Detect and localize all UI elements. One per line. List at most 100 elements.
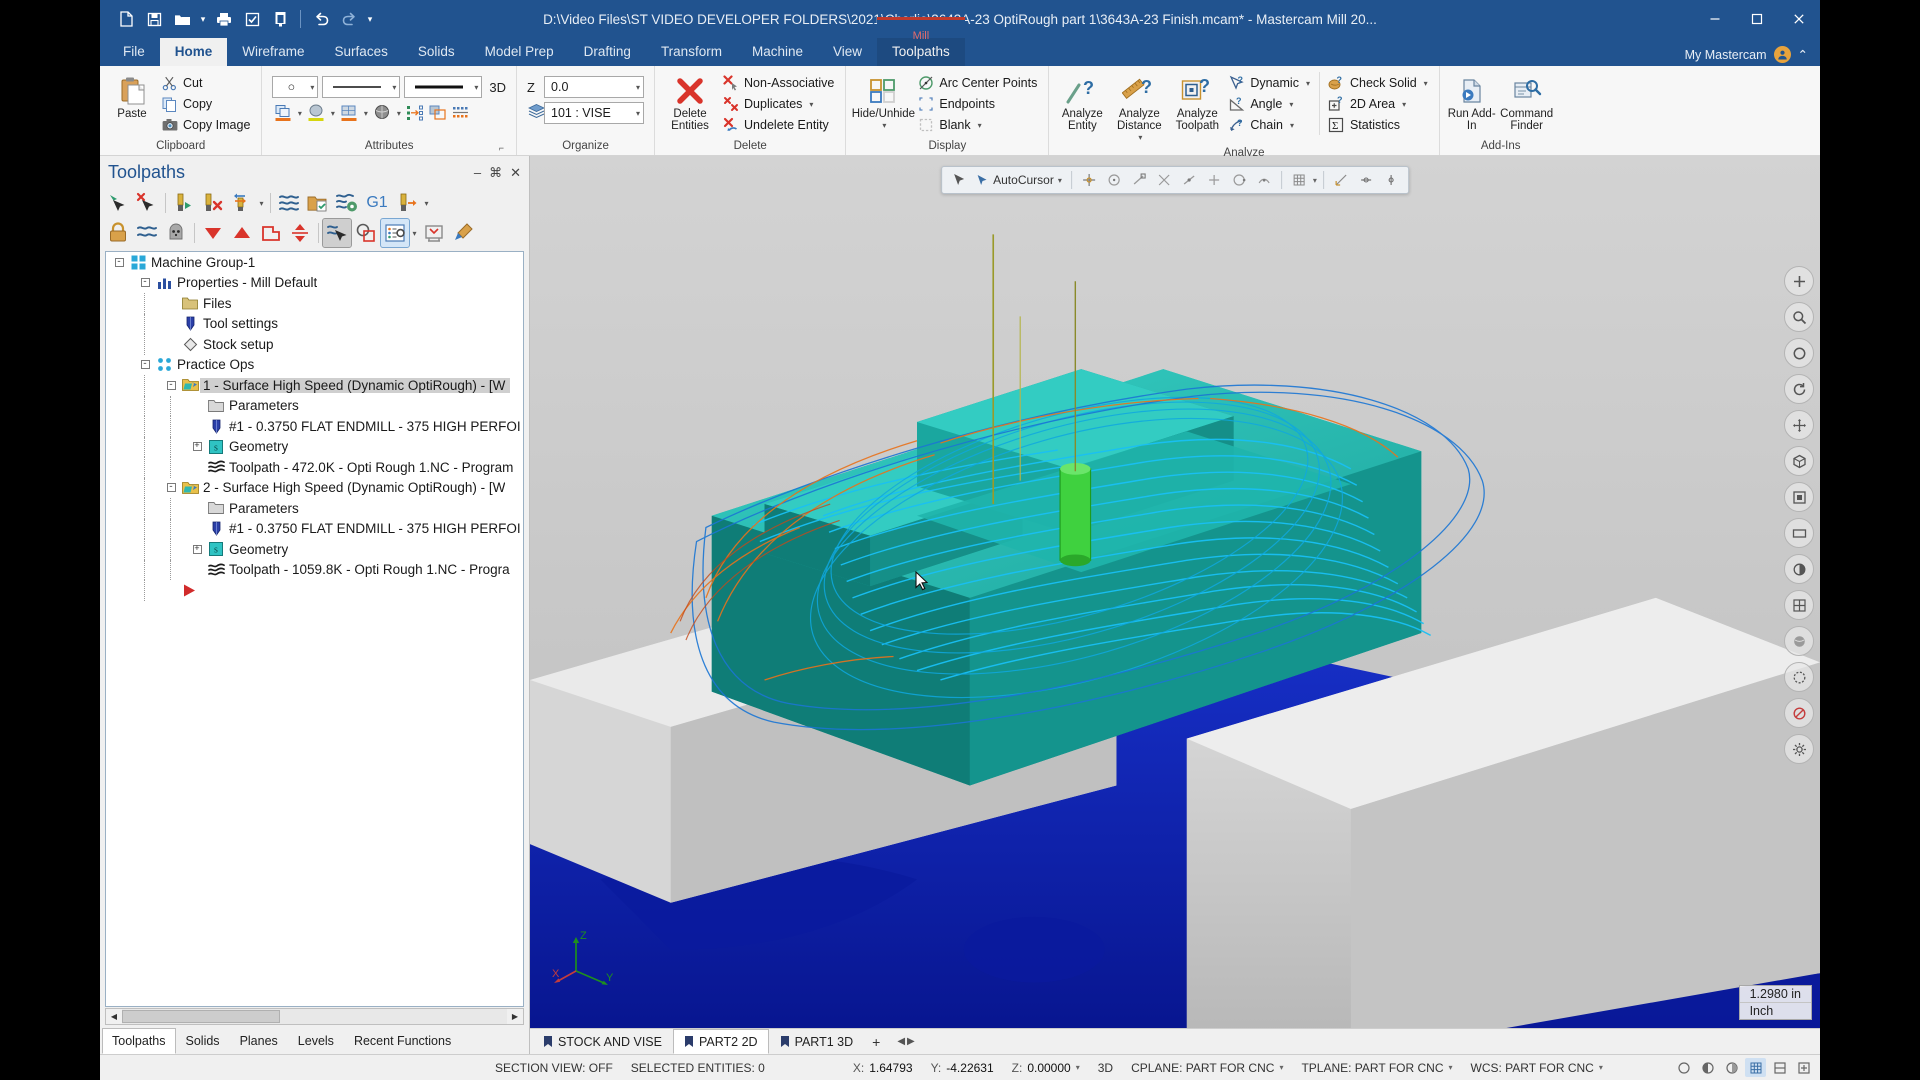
toolpath-operations-tree[interactable]: - Machine Group-1- Properties - Mill Defau… [105, 251, 524, 1007]
backplot-package-icon[interactable] [304, 189, 332, 217]
undelete-entity-button[interactable]: Undelete Entity [719, 115, 839, 135]
viewsheet-prev-arrow[interactable]: ◀ [897, 1036, 905, 1047]
tab-levels-panel[interactable]: Levels [288, 1028, 344, 1054]
attributes-dialog-launcher[interactable]: ⌐ [499, 141, 504, 155]
expand-collapse-icon[interactable] [286, 219, 314, 247]
post-dropdown-caret[interactable]: ▾ [422, 199, 431, 208]
surface-color-icon[interactable] [338, 102, 360, 124]
save-icon[interactable] [141, 6, 167, 32]
autocursor-arc-center-icon[interactable] [1103, 169, 1125, 191]
angle-analyze-button[interactable]: ? Angle ▾ [1225, 94, 1315, 114]
post-selected-operations-icon[interactable] [393, 189, 421, 217]
wireframe-color-caret[interactable]: ▾ [295, 109, 304, 118]
blank-button[interactable]: Blank ▾ [914, 115, 1042, 135]
tree-item[interactable]: Parameters [106, 395, 523, 416]
autocursor-quadrant-icon[interactable] [1228, 169, 1250, 191]
redo-icon[interactable] [336, 6, 362, 32]
z-depth-field[interactable]: 0.0 ▾ [544, 76, 645, 98]
scroll-right-arrow[interactable]: ▶ [507, 1012, 523, 1021]
viewsheet-part2-2d[interactable]: PART2 2D [672, 1029, 769, 1054]
maximize-button[interactable] [1736, 0, 1778, 38]
tab-solids[interactable]: Solids [403, 38, 470, 66]
material-caret[interactable]: ▾ [394, 109, 403, 118]
tree-item[interactable]: - Practice Ops [106, 355, 523, 376]
tree-expander-box[interactable]: - [114, 257, 124, 267]
unzoom-icon[interactable] [1784, 338, 1814, 368]
analyze-toolpath-button[interactable]: ? Analyze Toolpath [1169, 72, 1225, 134]
panel-pin-icon[interactable]: ⌘ [489, 166, 502, 179]
section-view-icon[interactable] [1784, 698, 1814, 728]
status-translucent-icon[interactable] [1721, 1058, 1742, 1077]
regenerate-selected-icon[interactable] [170, 189, 198, 217]
zoom-window-icon[interactable] [1784, 302, 1814, 332]
wireframe-color-icon[interactable] [272, 102, 294, 124]
status-fit-icon[interactable] [1793, 1058, 1814, 1077]
tree-expander-box[interactable]: - [166, 483, 176, 493]
tab-transform[interactable]: Transform [646, 38, 737, 66]
tree-horizontal-scrollbar[interactable]: ◀ ▶ [105, 1008, 524, 1025]
close-button[interactable] [1778, 0, 1820, 38]
scroll-thumb[interactable] [122, 1010, 280, 1023]
section-view-status[interactable]: SECTION VIEW: OFF [486, 1061, 622, 1075]
translucency-icon[interactable] [1784, 662, 1814, 692]
move-up-icon[interactable] [228, 219, 256, 247]
tree-expander[interactable]: - [136, 278, 154, 288]
status-material-icon[interactable] [1769, 1058, 1790, 1077]
attributes-manager-icon[interactable] [450, 102, 472, 124]
line-style-caret[interactable]: ▾ [388, 83, 396, 92]
undo-icon[interactable] [308, 6, 334, 32]
cplane-caret[interactable]: ▾ [1279, 1063, 1283, 1072]
tab-toolpaths[interactable]: Mill Toolpaths [877, 17, 965, 66]
tree-expander[interactable]: - [110, 257, 128, 267]
cplane-status[interactable]: CPLANE: PART FOR CNC ▾ [1122, 1061, 1292, 1075]
angle-caret[interactable]: ▾ [1289, 100, 1293, 109]
toggle-posting-icon[interactable] [162, 219, 190, 247]
screen-capture-icon[interactable] [267, 6, 293, 32]
copy-image-button[interactable]: Copy Image [158, 115, 255, 135]
view-mode-status[interactable]: 3D [1089, 1061, 1122, 1075]
non-associative-button[interactable]: Non-Associative [719, 73, 839, 93]
tree-item[interactable]: + s Geometry [106, 539, 523, 560]
new-file-icon[interactable] [113, 6, 139, 32]
dynamic-rotate-icon[interactable] [1784, 374, 1814, 404]
chain-analyze-button[interactable]: ? Chain ▾ [1225, 115, 1315, 135]
autocursor-nearest-icon[interactable] [1253, 169, 1275, 191]
blank-caret[interactable]: ▾ [978, 121, 982, 130]
tab-model-prep[interactable]: Model Prep [470, 38, 569, 66]
autocursor-lock-x-icon[interactable] [1355, 169, 1377, 191]
tree-expander[interactable]: - [136, 360, 154, 370]
z-depth-caret[interactable]: ▾ [632, 83, 640, 92]
material-icon[interactable] [371, 102, 393, 124]
operation-properties-icon[interactable] [380, 218, 410, 248]
autocursor-origin-icon[interactable] [1078, 169, 1100, 191]
add-viewsheet-button[interactable]: + [864, 1029, 888, 1054]
surface-color-caret[interactable]: ▾ [361, 109, 370, 118]
geometry-select-icon[interactable] [352, 219, 380, 247]
tree-item[interactable]: Parameters [106, 498, 523, 519]
tplane-caret[interactable]: ▾ [1448, 1063, 1452, 1072]
tree-expander[interactable]: + [188, 442, 206, 452]
cut-button[interactable]: Cut [158, 73, 255, 93]
duplicates-button[interactable]: Duplicates ▾ [719, 94, 839, 114]
account-label[interactable]: My Mastercam [1685, 48, 1767, 62]
endpoints-button[interactable]: Endpoints [914, 94, 1042, 114]
level-caret[interactable]: ▾ [632, 109, 640, 118]
solid-color-caret[interactable]: ▾ [328, 109, 337, 118]
open-dropdown-caret[interactable]: ▾ [197, 14, 209, 25]
status-display-grid-icon[interactable] [1745, 1058, 1766, 1077]
tree-item[interactable]: - 1 - Surface High Speed (Dynamic OptiRou… [106, 375, 523, 396]
machine-group-icon[interactable] [420, 219, 448, 247]
isometric-view-icon[interactable] [1784, 446, 1814, 476]
autocursor-caret[interactable]: ▾ [1058, 176, 1062, 185]
tree-item[interactable]: - Machine Group-1 [106, 252, 523, 273]
tree-expander[interactable]: + [188, 544, 206, 554]
line-width-combo[interactable]: ▾ [404, 76, 483, 98]
material-view-icon[interactable] [1784, 626, 1814, 656]
tree-expander-box[interactable]: + [192, 544, 202, 554]
check-solid-button[interactable]: ? Check Solid ▾ [1325, 73, 1433, 93]
tab-machine[interactable]: Machine [737, 38, 818, 66]
chain-caret[interactable]: ▾ [1290, 121, 1294, 130]
shaded-view-icon[interactable] [1784, 554, 1814, 584]
autocursor-grid-caret[interactable]: ▾ [1313, 176, 1317, 185]
set-level-icon[interactable] [404, 102, 426, 124]
